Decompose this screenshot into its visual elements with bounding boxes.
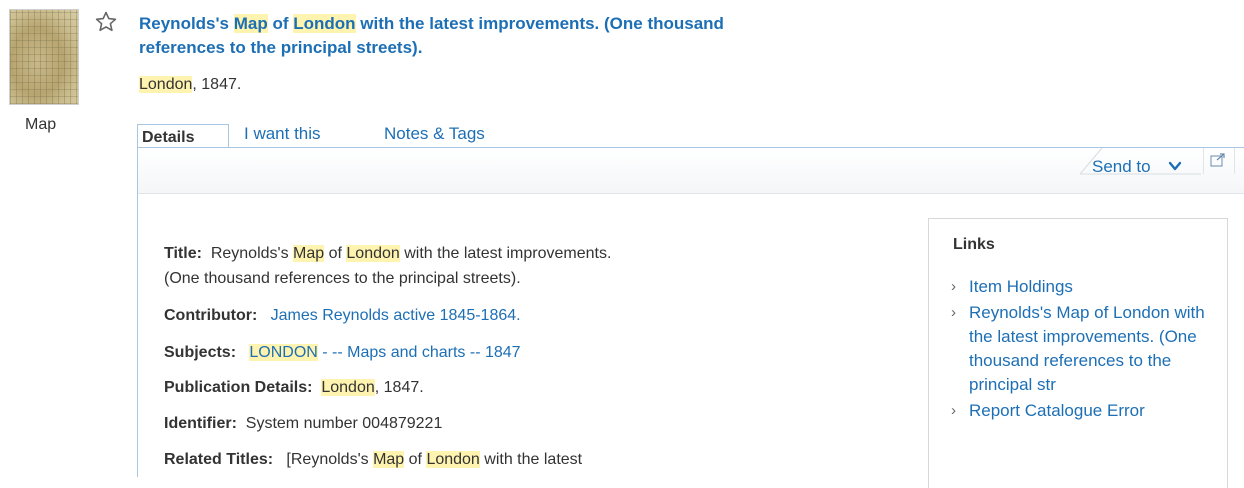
detail-subjects: Subjects: LONDON - -- Maps and charts --…: [164, 344, 521, 361]
detail-title: Title: Reynolds's Map of London with the…: [164, 245, 612, 262]
chevron-right-icon: ›: [951, 304, 956, 321]
link-map-record[interactable]: › Reynolds's Map of London with the lates…: [951, 301, 1221, 397]
chevron-right-icon: ›: [951, 278, 956, 295]
link-item-holdings[interactable]: › Item Holdings: [951, 275, 1221, 299]
detail-identifier: Identifier: System number 004879221: [164, 415, 443, 432]
star-icon[interactable]: [94, 10, 118, 34]
send-to-button[interactable]: Send to: [1076, 148, 1201, 193]
tab-i-want-this[interactable]: I want this: [244, 124, 321, 144]
tab-details[interactable]: Details: [137, 124, 229, 148]
send-to-label: Send to: [1092, 157, 1151, 176]
links-title: Links: [953, 236, 995, 253]
record-publication: London, 1847.: [139, 76, 242, 93]
links-box: Links › Item Holdings › Reynolds's Map of …: [928, 218, 1228, 488]
popout-button[interactable]: [1203, 148, 1235, 174]
subject-link[interactable]: LONDON - -- Maps and charts -- 1847: [249, 344, 521, 361]
map-thumbnail[interactable]: [9, 9, 79, 105]
tab-panel-border-left: [137, 147, 138, 477]
link-report-error[interactable]: › Report Catalogue Error: [951, 399, 1221, 423]
detail-title-continued: (One thousand references to the principa…: [164, 270, 521, 287]
record-title-link[interactable]: Reynolds's Map of London with the latest…: [139, 12, 799, 60]
detail-publication: Publication Details: London, 1847.: [164, 379, 424, 396]
contributor-link[interactable]: James Reynolds active 1845-1864.: [271, 307, 521, 324]
popout-icon: [1210, 153, 1225, 167]
detail-related-titles: Related Titles: [Reynolds's Map of Londo…: [164, 451, 583, 468]
chevron-right-icon: ›: [951, 402, 956, 419]
detail-contributor: Contributor: James Reynolds active 1845-…: [164, 307, 521, 324]
tab-notes-tags[interactable]: Notes & Tags: [384, 124, 485, 144]
thumbnail-type-label: Map: [25, 116, 57, 133]
chevron-down-icon: [1168, 161, 1182, 171]
links-list: › Item Holdings › Reynolds's Map of London…: [951, 275, 1221, 425]
